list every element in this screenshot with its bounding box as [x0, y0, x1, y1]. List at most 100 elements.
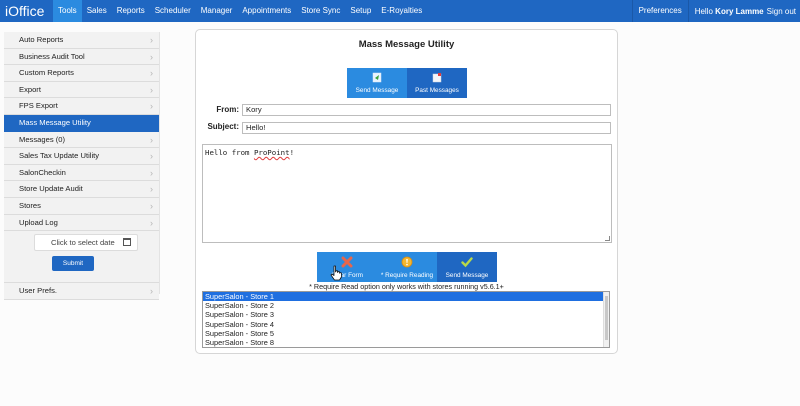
main-nav: Tools Sales Reports Scheduler Manager Appoint…: [53, 0, 427, 22]
subject-field[interactable]: Hello!: [242, 122, 611, 134]
action-label: * Require Reading: [380, 272, 434, 279]
greeting-prefix: Hello: [694, 6, 713, 16]
sidebar-item-label: SalonCheckin: [19, 167, 66, 177]
nav-item-appointments[interactable]: Appointments: [237, 0, 296, 22]
sidebar-item-label: Auto Reports: [19, 35, 64, 44]
store-option[interactable]: SuperSalon - Store 5: [203, 329, 609, 338]
sidebar-item-label: Sales Tax Update Utility: [19, 151, 100, 161]
sidebar-item-label: Stores: [19, 200, 41, 210]
clear-form-icon: [341, 256, 353, 268]
tab-label: Send Message: [355, 87, 399, 94]
store-option[interactable]: SuperSalon - Store 3: [203, 310, 609, 319]
sidebar-menu: Auto Reports › Business Audit Tool › Custom …: [4, 32, 159, 232]
chevron-right-icon: ›: [150, 134, 153, 145]
signout-link[interactable]: Sign out: [767, 7, 796, 16]
tab-label: Past Messages: [415, 87, 459, 94]
message-text-end: !: [289, 148, 295, 157]
store-options: SuperSalon - Store 1 SuperSalon - Store 2…: [203, 292, 609, 347]
nav-item-sales[interactable]: Sales: [82, 0, 112, 22]
greeting: Hello Kory Lamme: [689, 7, 764, 16]
sidebar-item-saloncheckin[interactable]: SalonCheckin ›: [4, 164, 159, 182]
message-text: Hello from: [205, 148, 254, 157]
nav-item-setup[interactable]: Setup: [345, 0, 376, 22]
require-read-note: * Require Read option only works with st…: [309, 282, 504, 291]
from-label: From:: [216, 105, 239, 114]
submit-button[interactable]: Submit: [52, 256, 94, 272]
from-field[interactable]: Kory: [242, 104, 611, 116]
chevron-right-icon: ›: [150, 84, 153, 95]
sidebar-item-label: User Prefs.: [19, 286, 57, 296]
sidebar: Auto Reports › Business Audit Tool › Custom …: [4, 32, 160, 300]
message-actions: Clear Form * Require Reading Send Messag…: [317, 252, 497, 282]
chevron-right-icon: ›: [150, 35, 153, 45]
sidebar-item-stores[interactable]: Stores ›: [4, 197, 159, 215]
chevron-right-icon: ›: [150, 117, 153, 128]
store-option[interactable]: SuperSalon - Store 8: [203, 338, 609, 347]
store-option[interactable]: SuperSalon - Store 2: [203, 301, 609, 310]
sidebar-item-label: Upload Log: [19, 217, 58, 227]
sidebar-item-store-update-audit[interactable]: Store Update Audit ›: [4, 181, 159, 198]
chevron-right-icon: ›: [150, 167, 153, 178]
sidebar-item-custom-reports[interactable]: Custom Reports ›: [4, 65, 159, 82]
nav-item-store-sync[interactable]: Store Sync: [296, 0, 345, 22]
sidebar-item-mass-message-utility[interactable]: Mass Message Utility ›: [4, 114, 159, 132]
nav-item-manager[interactable]: Manager: [196, 0, 238, 22]
checkmark-icon: [461, 257, 473, 268]
send-message-icon: [372, 72, 382, 83]
sidebar-item-upload-log[interactable]: Upload Log ›: [4, 214, 159, 232]
action-label: Send Message: [445, 272, 489, 279]
sidebar-item-sales-tax-update-utility[interactable]: Sales Tax Update Utility ›: [4, 148, 159, 165]
sidebar-item-business-audit-tool[interactable]: Business Audit Tool ›: [4, 48, 159, 66]
upload-log-date-filter: Click to select date Submit: [4, 231, 159, 284]
sidebar-item-user-prefs[interactable]: User Prefs. ›: [4, 283, 159, 300]
tab-past-messages[interactable]: Past Messages: [407, 68, 467, 98]
list-scrollbar[interactable]: [603, 292, 609, 347]
send-message-button[interactable]: Send Message: [437, 252, 497, 282]
preferences-link[interactable]: Preferences: [633, 0, 688, 22]
past-messages-icon: [432, 73, 442, 83]
chevron-right-icon: ›: [150, 184, 153, 195]
user-menu: Preferences Hello Kory Lamme Sign out: [631, 0, 796, 22]
sidebar-item-label: Custom Reports: [19, 68, 74, 78]
clear-form-button[interactable]: Clear Form: [317, 252, 377, 282]
message-body-textarea[interactable]: Hello from ProPoint!: [202, 144, 612, 243]
nav-item-tools[interactable]: Tools: [53, 0, 82, 22]
sidebar-item-label: Mass Message Utility: [19, 117, 91, 127]
date-picker-input[interactable]: Click to select date: [34, 234, 138, 252]
sidebar-item-label: Store Update Audit: [19, 184, 83, 194]
chevron-right-icon: ›: [150, 286, 153, 297]
nav-item-reports[interactable]: Reports: [112, 0, 150, 22]
app-logo[interactable]: iOffice: [5, 2, 44, 20]
chevron-right-icon: ›: [150, 101, 153, 112]
sidebar-item-label: FPS Export: [19, 101, 58, 111]
nav-item-e-royalties[interactable]: E-Royalties: [376, 0, 427, 22]
subject-label: Subject:: [207, 122, 239, 131]
sidebar-item-label: Export: [19, 84, 41, 94]
require-reading-button[interactable]: * Require Reading: [377, 252, 437, 282]
action-label: Clear Form: [331, 272, 363, 279]
user-name: Kory Lamme: [715, 6, 764, 16]
chevron-right-icon: ›: [150, 51, 153, 62]
sidebar-item-fps-export[interactable]: FPS Export ›: [4, 98, 159, 115]
page-title: Mass Message Utility: [358, 39, 455, 50]
sidebar-item-label: Business Audit Tool: [19, 51, 85, 61]
top-navbar: iOffice Tools Sales Reports Scheduler Manage…: [0, 0, 800, 22]
sidebar-item-auto-reports[interactable]: Auto Reports ›: [4, 32, 159, 49]
store-option[interactable]: SuperSalon - Store 1: [203, 292, 604, 302]
chevron-right-icon: ›: [150, 217, 153, 228]
nav-item-scheduler[interactable]: Scheduler: [150, 0, 196, 22]
sidebar-item-export[interactable]: Export ›: [4, 81, 159, 99]
resize-handle[interactable]: [605, 236, 610, 241]
message-tabs: Send Message Past Messages: [347, 68, 467, 98]
require-reading-icon: [401, 256, 413, 268]
hand-cursor-icon: [330, 265, 342, 281]
store-select-list[interactable]: SuperSalon - Store 1 SuperSalon - Store 2…: [202, 291, 610, 348]
tab-send-message[interactable]: Send Message: [347, 68, 407, 98]
sidebar-item-messages-0[interactable]: Messages (0) ›: [4, 131, 159, 149]
scrollbar-thumb[interactable]: [605, 296, 608, 340]
sidebar-item-label: Messages (0): [19, 134, 66, 144]
calendar-icon[interactable]: [123, 238, 131, 247]
misspelled-word: ProPoint: [253, 148, 290, 157]
store-option[interactable]: SuperSalon - Store 4: [203, 320, 609, 329]
chevron-right-icon: ›: [150, 68, 153, 79]
